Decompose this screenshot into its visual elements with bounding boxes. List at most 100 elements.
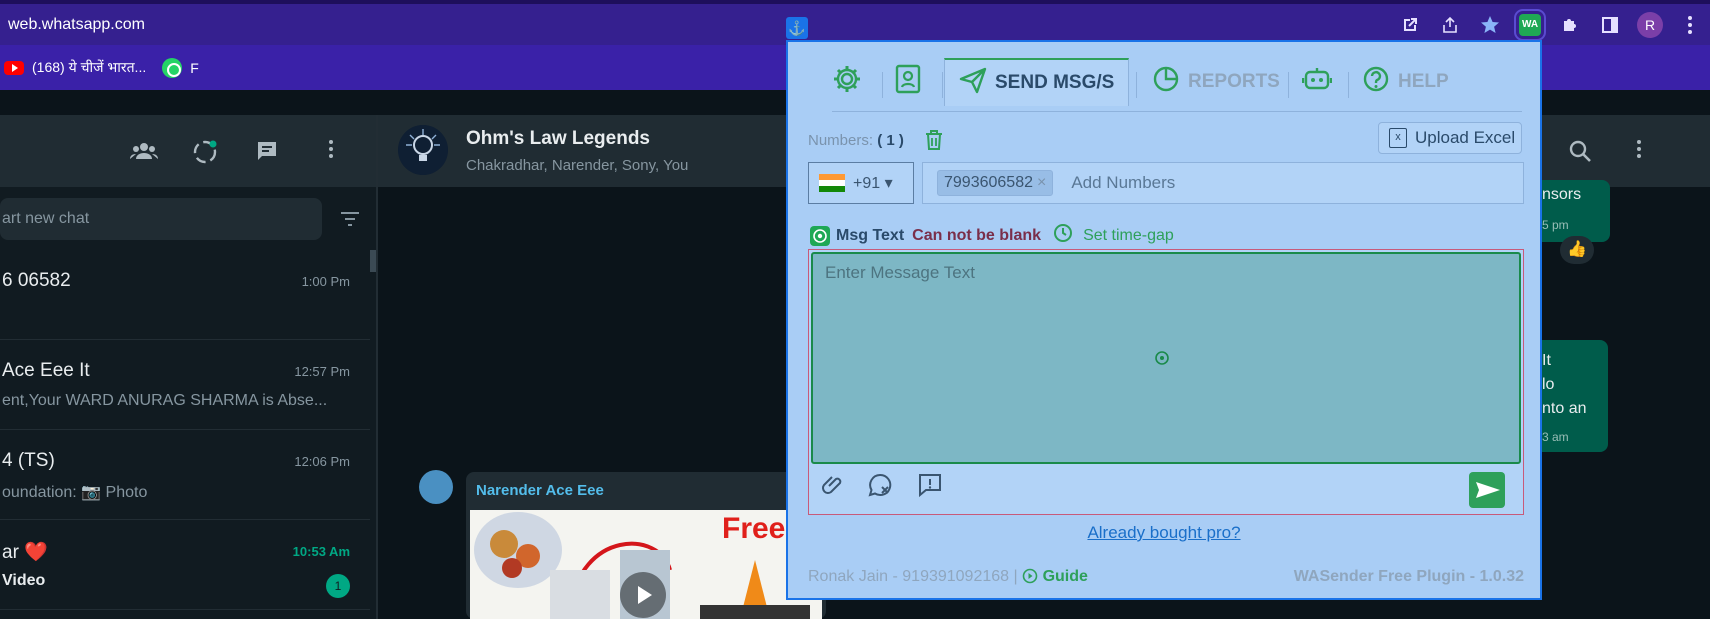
tab-send-messages[interactable]: SEND MSG/S [944,58,1130,106]
set-time-gap-link[interactable]: Set time-gap [1083,227,1174,245]
numbers-count: ( 1 ) [877,132,904,149]
browser-toolbar-icons: WA R [1390,4,1710,45]
browser-menu-icon[interactable] [1670,4,1710,45]
thumbs-up-reaction-icon[interactable]: 👍 [1560,236,1594,264]
contact-card-icon [894,64,922,100]
whatsapp-icon [162,57,183,78]
tab-contacts[interactable] [894,58,930,106]
image-caption: Free [722,512,786,545]
send-button[interactable] [1469,472,1505,508]
message-label-row: Msg Text Can not be blank Set time-gap [810,223,1174,248]
sender-avatar[interactable] [419,470,453,504]
wasender-extension-icon[interactable]: WA [1510,4,1550,45]
new-chat-icon[interactable] [254,139,280,165]
chat-time: 12:57 Pm [294,364,350,379]
country-code-select[interactable]: +91 ▾ [808,162,914,204]
send-icon [959,66,987,100]
message-time: 5 pm [1542,218,1569,232]
bookmark-star-icon[interactable] [1470,4,1510,45]
numbers-input[interactable]: 7993606582 × Add Numbers [922,162,1524,204]
tab-settings[interactable] [832,58,870,106]
filter-icon[interactable] [338,207,362,231]
tab-separator [1136,72,1137,98]
share-icon[interactable] [1430,4,1470,45]
tab-bot[interactable] [1301,58,1340,106]
tab-separator [942,72,943,98]
tab-help[interactable]: HELP [1362,58,1449,106]
communities-icon[interactable] [130,139,158,165]
address-bar[interactable]: web.whatsapp.com WA R [0,4,1710,45]
trash-icon[interactable] [924,129,944,151]
question-icon [1362,65,1390,99]
group-name: Ohm's Law Legends [466,128,650,149]
excel-file-icon: x [1389,128,1407,148]
status-icon[interactable] [192,139,218,165]
message-bubble-incoming[interactable]: Narender Ace Eee Free [466,472,826,619]
tab-reports[interactable]: REPORTS [1152,58,1280,106]
message-sender: Narender Ace Eee [476,482,604,499]
search-icon[interactable] [1567,138,1593,164]
numbers-placeholder: Add Numbers [1071,173,1176,192]
message-composer: Enter Message Text [808,249,1524,515]
open-in-new-icon[interactable] [1390,4,1430,45]
remove-chip-icon[interactable]: × [1037,174,1046,191]
play-circle-icon[interactable] [1022,568,1038,589]
profile-avatar[interactable]: R [1630,4,1670,45]
list-item[interactable]: Ace Eee It 12:57 Pm ent,Your WARD ANURAG… [0,340,370,430]
tab-separator [1348,72,1349,98]
chat-name: 4 (TS) [2,450,55,471]
attachment-icon[interactable] [821,472,847,498]
url-text[interactable]: web.whatsapp.com [0,16,145,34]
bookmark-youtube[interactable]: (168) ये चीजें भारत... [4,58,146,77]
message-text: nto an [1542,400,1587,417]
message-image[interactable]: Free [470,510,822,619]
sidebar-menu-icon[interactable] [318,139,344,165]
feedback-icon[interactable] [917,472,943,498]
validation-error: Can not be blank [912,226,1042,244]
tab-separator [882,72,883,98]
bookmark-label: F [190,59,199,76]
number-chip[interactable]: 7993606582 × [937,170,1054,196]
guide-link[interactable]: Guide [1043,568,1088,585]
chat-name: 6 06582 [2,270,71,291]
youtube-icon [4,60,24,75]
extension-tabs: SEND MSG/S REPORTS HELP [832,58,1522,112]
group-members: Chakradhar, Narender, Sony, You [466,157,689,174]
side-panel-icon[interactable] [1590,4,1630,45]
pie-chart-icon [1152,65,1180,99]
list-item[interactable]: 4 (TS) 12:06 Pm oundation: 📷 Photo [0,430,370,520]
plugin-version: WASender Free Plugin - 1.0.32 [1293,568,1524,585]
robot-icon [1301,65,1333,99]
already-bought-link[interactable]: Already bought pro? [788,523,1540,543]
message-text: lo [1542,376,1555,393]
target-icon[interactable] [810,225,830,246]
tab-separator [1288,72,1289,98]
message-text: It [1542,352,1551,369]
extensions-puzzle-icon[interactable] [1550,4,1590,45]
search-input[interactable]: art new chat [0,198,322,240]
unread-badge: 1 [326,574,350,598]
india-flag-icon [819,174,845,192]
chat-preview: oundation: 📷 Photo [2,484,148,501]
upload-excel-button[interactable]: x Upload Excel [1378,122,1522,154]
search-row: art new chat [0,187,377,250]
anchor-icon[interactable]: ⚓ [786,17,808,39]
clock-icon[interactable] [1053,223,1073,248]
group-avatar[interactable] [398,125,448,175]
chat-time: 12:06 Pm [294,454,350,469]
sidebar-header [0,115,377,187]
play-icon[interactable] [620,572,666,618]
whatsapp-variable-icon[interactable] [867,472,893,498]
list-item[interactable]: ar ❤️ 10:53 Am Video 1 [0,520,370,610]
bookmark-whatsapp[interactable]: F [162,57,199,78]
footer-credit: Ronak Jain - 919391092168 | Guide [808,568,1088,589]
list-item[interactable]: 6 06582 1:00 Pm [0,250,370,340]
message-text: nsors [1542,186,1582,203]
bookmark-label: (168) ये चीजें भारत... [32,59,147,75]
gear-icon [832,64,862,100]
conversation-menu-icon[interactable] [1636,138,1662,164]
numbers-label: Numbers: ( 1 ) [808,132,904,149]
crosshair-icon [1154,350,1170,366]
message-bubble-outgoing[interactable]: nsors 5 pm [1530,180,1610,242]
wasender-panel: SEND MSG/S REPORTS HELP Numbers: ( 1 ) x… [786,40,1542,600]
